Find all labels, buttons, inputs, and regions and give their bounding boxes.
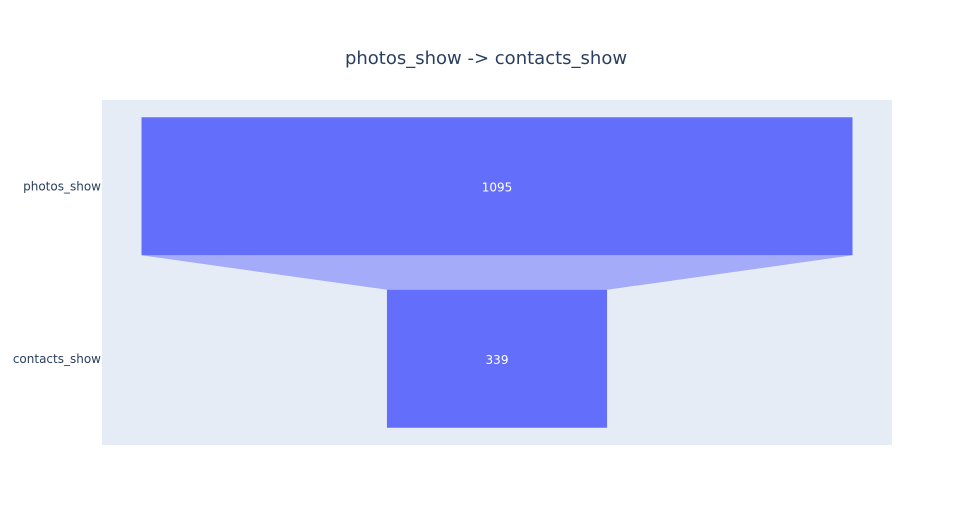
data-label: 339 [486, 353, 509, 367]
y-tick-label: photos_show [23, 179, 101, 193]
chart-title: photos_show -> contacts_show [345, 48, 627, 69]
data-label: 1095 [482, 180, 513, 194]
funnel-chart: photos_show -> contacts_show 1095 339 pho… [0, 0, 971, 525]
chart-canvas: photos_show -> contacts_show 1095 339 pho… [13, 48, 892, 445]
y-tick-label: contacts_show [13, 352, 101, 366]
